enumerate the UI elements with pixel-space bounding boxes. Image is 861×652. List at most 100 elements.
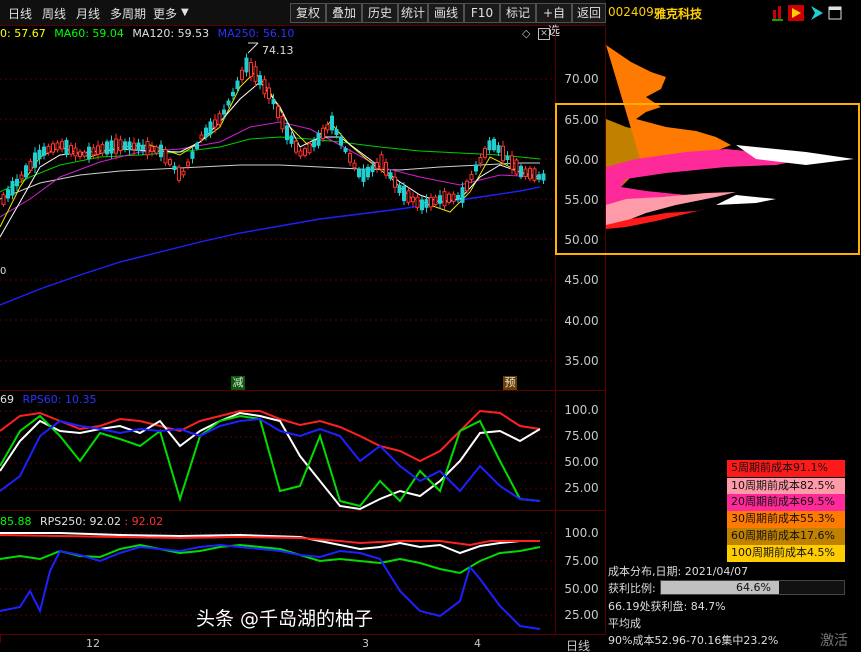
- candle-body: [289, 135, 294, 144]
- candle-body: [370, 165, 375, 173]
- draw-line-button[interactable]: 画线: [428, 3, 464, 23]
- candle-body: [60, 141, 64, 150]
- stock-chart-window: { "toolbar": { "period_day": "日线", "peri…: [0, 0, 861, 652]
- candle-body: [226, 100, 231, 106]
- candle-body: [384, 161, 388, 176]
- candle-body: [64, 139, 69, 156]
- x-axis: 12 3 4 日线: [0, 634, 606, 652]
- legend-item: 60周期前成本17.6%: [727, 528, 845, 545]
- period-week-tab[interactable]: 周线: [42, 5, 66, 22]
- candle-body: [447, 193, 451, 203]
- ma-label: MA250: 56.10: [217, 27, 295, 40]
- bar-chart-icon[interactable]: [772, 6, 783, 21]
- flag-icon[interactable]: [788, 5, 804, 21]
- candle-body: [42, 146, 46, 156]
- candle-body: [132, 142, 136, 150]
- history-button[interactable]: 历史: [362, 3, 398, 23]
- x-tick: 4: [474, 637, 481, 650]
- window-icon[interactable]: [828, 6, 842, 20]
- candle-body: [375, 161, 379, 169]
- candle-body: [222, 109, 226, 115]
- ma-label: MA60: 59.04: [54, 27, 124, 40]
- restore-button[interactable]: 复权: [290, 3, 326, 23]
- candle-body: [262, 79, 267, 95]
- candle-body: [366, 166, 370, 178]
- x-tick: 12: [86, 637, 100, 650]
- candle-body: [402, 186, 406, 202]
- candle-body: [123, 141, 127, 150]
- candle-body: [199, 134, 204, 140]
- candle-body: [127, 141, 132, 151]
- multi-period-tab[interactable]: 多周期: [110, 5, 146, 22]
- high-price-marker: [247, 42, 259, 54]
- candle-body: [424, 199, 429, 208]
- rps2-legend: 85.88 RPS250: 92.02 : 92.02: [0, 515, 163, 528]
- candle-body: [46, 145, 51, 154]
- marker-yu[interactable]: 预: [503, 376, 517, 390]
- period-indicator[interactable]: 日线: [566, 637, 590, 652]
- period-month-tab[interactable]: 月线: [76, 5, 100, 22]
- candle-body: [442, 191, 447, 207]
- candle-body: [474, 164, 478, 172]
- rps2-label: RPS250: 92.02: [40, 515, 121, 528]
- candle-body: [393, 176, 397, 188]
- legend-item: 30周期前成本55.3%: [727, 511, 845, 528]
- ma-legend: 0: 57.67 MA60: 59.04 MA120: 59.53 MA250:…: [0, 27, 294, 42]
- candle-body: [501, 145, 505, 162]
- legend-item: 20周期前成本69.5%: [727, 494, 845, 511]
- candle-body: [172, 165, 177, 171]
- candle-body: [109, 140, 114, 154]
- candle-body: [492, 138, 496, 151]
- rps1-tick: 100.0: [564, 403, 599, 417]
- back-button[interactable]: 返回: [572, 3, 606, 23]
- candle-body: [231, 91, 235, 97]
- candle-body: [357, 168, 361, 178]
- rps1-tick: 25.00: [564, 481, 599, 495]
- candle-body: [51, 143, 55, 153]
- candle-body: [6, 189, 10, 199]
- period-day-tab[interactable]: 日线: [8, 5, 32, 22]
- candle-body: [195, 143, 199, 149]
- candle-body: [258, 75, 262, 86]
- candle-body: [523, 168, 528, 178]
- stats-button[interactable]: 统计: [398, 3, 428, 23]
- f10-button[interactable]: F10: [464, 3, 500, 23]
- kline-chart[interactable]: 74.13 0 0: 57.67 MA60: 59.04 MA120: 59.5…: [0, 27, 555, 390]
- candle-body: [276, 106, 280, 119]
- legend-item: 10周期前成本82.5%: [727, 478, 845, 495]
- rps1-label: 69: [0, 393, 14, 406]
- avg-cost-line: 平均成: [608, 617, 641, 630]
- profit-label: 获利比例:: [608, 582, 656, 595]
- diamond-icon[interactable]: ◇: [522, 27, 530, 40]
- candle-body: [312, 141, 316, 148]
- watermark: 头条 @千岛湖的柚子: [196, 608, 374, 630]
- candle-body: [141, 144, 145, 150]
- ma250-line: [0, 186, 541, 306]
- rps2-label: : 92.02: [124, 515, 164, 528]
- candle-body: [330, 115, 334, 131]
- candle-body: [82, 151, 87, 157]
- overlay-button[interactable]: 叠加: [326, 3, 362, 23]
- arrow-icon[interactable]: [811, 6, 823, 20]
- more-menu[interactable]: 更多: [153, 5, 177, 22]
- candle-body: [253, 66, 258, 82]
- candle-body: [361, 169, 366, 182]
- kline-grid: [0, 78, 555, 362]
- candle-body: [429, 196, 433, 208]
- close-icon[interactable]: ✕: [538, 28, 550, 40]
- marker-jian[interactable]: 减: [231, 376, 245, 390]
- add-favorite-button[interactable]: +自选: [536, 3, 572, 38]
- rps-panel-1[interactable]: 69 RPS60: 10.35: [0, 390, 555, 511]
- candle-body: [379, 154, 384, 170]
- candle-body: [159, 144, 163, 158]
- ma120-line: [0, 162, 540, 200]
- candle-body: [298, 150, 303, 157]
- candle-body: [73, 147, 78, 157]
- cost-distribution-panel: [555, 27, 861, 272]
- candle-body: [10, 180, 15, 196]
- more-dropdown-icon[interactable]: ▼: [181, 7, 189, 18]
- candle-body: [204, 127, 208, 138]
- highlight-box: [555, 103, 860, 255]
- mark-button[interactable]: 标记: [500, 3, 536, 23]
- candle-body: [186, 161, 190, 167]
